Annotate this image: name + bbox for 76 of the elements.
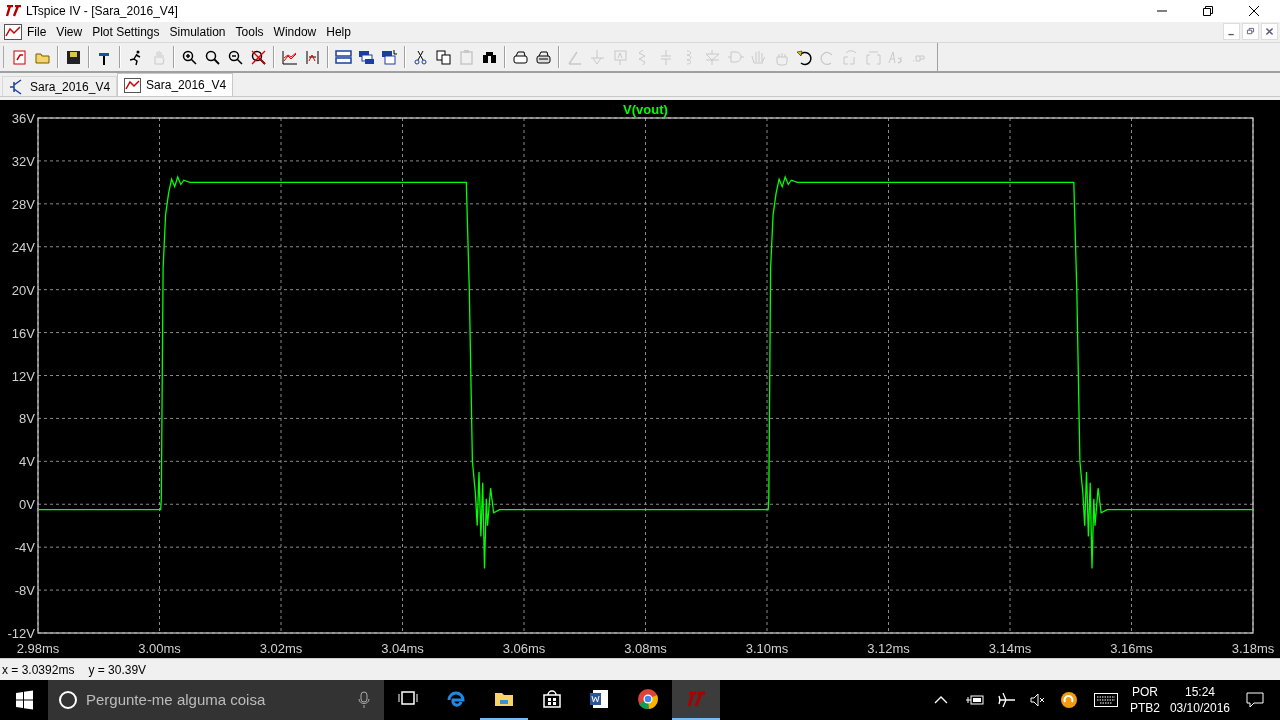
restore-icon[interactable] <box>1202 4 1214 17</box>
fit-bracket-icon[interactable] <box>304 48 321 66</box>
y-axis-label: 0V <box>19 497 35 513</box>
menu-item[interactable]: File <box>22 23 52 41</box>
new-schematic-icon[interactable] <box>11 48 28 66</box>
language-indicator[interactable]: PTB2 <box>1129 700 1160 716</box>
waveform-window-icon <box>124 77 142 93</box>
chevron-up-icon[interactable] <box>933 696 948 704</box>
store-bag-icon <box>541 688 563 710</box>
menu-item[interactable]: Simulation <box>164 23 231 41</box>
window-title: LTspice IV - [Sara_2016_V4] <box>26 2 178 20</box>
y-axis-label: 4V <box>19 454 35 470</box>
x-axis-label: 3.18ms <box>1231 641 1275 657</box>
y-axis-label: 16V <box>11 325 35 341</box>
airplane-icon[interactable] <box>997 692 1016 708</box>
y-axis-label: -12V <box>7 626 35 642</box>
autorange-icon[interactable] <box>281 48 298 66</box>
printer-icon[interactable] <box>512 48 529 66</box>
x-axis-label: 2.98ms <box>16 641 60 657</box>
clock-time[interactable]: 15:24 <box>1184 684 1215 700</box>
zoom-icon[interactable] <box>204 48 221 66</box>
search-bar[interactable]: Pergunte-me alguma coisa <box>48 680 384 720</box>
notification-icon[interactable] <box>1246 692 1264 708</box>
arrange-windows-icon[interactable] <box>381 48 398 66</box>
cortana-icon <box>58 690 78 710</box>
cursor-readout: y = 30.39V <box>88 661 147 679</box>
menu-item[interactable]: Tools <box>230 23 269 41</box>
y-axis-label: -4V <box>14 540 35 556</box>
microphone-icon[interactable] <box>358 691 370 709</box>
cancel-zoom-icon[interactable] <box>250 48 267 66</box>
menu-item[interactable]: Plot Settings <box>87 23 165 41</box>
x-axis-label: 3.10ms <box>745 641 789 657</box>
close-icon[interactable] <box>1248 4 1260 17</box>
x-axis-label: 3.16ms <box>1110 641 1153 657</box>
document-tab[interactable]: Sara_2016_V4 <box>2 76 118 97</box>
muted-speaker-icon[interactable] <box>1029 693 1046 707</box>
x-axis-label: 3.00ms <box>138 641 181 657</box>
zoom-in-icon[interactable] <box>181 48 198 66</box>
y-axis-label: 32V <box>11 154 35 170</box>
menu-item[interactable]: Window <box>268 23 322 41</box>
printer-icon[interactable] <box>535 48 552 66</box>
waveform-window-icon <box>4 24 22 40</box>
x-axis-label: 3.02ms <box>259 641 303 657</box>
copy-icon[interactable] <box>435 48 452 66</box>
chrome-icon <box>637 688 659 710</box>
language-indicator[interactable]: POR <box>1131 684 1158 700</box>
trace-label: V(vout) <box>623 102 668 118</box>
y-axis-label: 8V <box>19 411 35 427</box>
scissors-icon[interactable] <box>412 48 429 66</box>
document-tab[interactable]: Sara_2016_V4 <box>117 73 234 97</box>
x-axis-label: 3.06ms <box>502 641 546 657</box>
cascade-icon[interactable] <box>358 48 375 66</box>
zoom-out-icon[interactable] <box>227 48 244 66</box>
search-field[interactable]: Pergunte-me alguma coisa <box>86 688 358 712</box>
y-axis-label: 28V <box>11 197 35 213</box>
y-axis-label: 24V <box>11 240 35 256</box>
cursor-readout: x = 3.0392ms <box>2 661 75 679</box>
clock-date[interactable]: 03/10/2016 <box>1169 700 1230 716</box>
x-axis-label: 3.08ms <box>624 641 667 657</box>
y-axis-label: 36V <box>11 111 35 127</box>
save-icon[interactable] <box>65 48 82 66</box>
menu-item[interactable]: View <box>51 23 88 41</box>
x-axis-label: 3.12ms <box>867 641 910 657</box>
tile-horizontal-icon[interactable] <box>335 48 352 66</box>
x-axis-label: 3.14ms <box>988 641 1032 657</box>
app-logo-icon <box>4 4 22 17</box>
menu-item[interactable]: Help <box>321 23 356 41</box>
keyboard-icon[interactable] <box>1093 693 1118 707</box>
word-document-icon <box>589 688 611 710</box>
y-axis-label: 20V <box>11 283 35 298</box>
y-axis-label: -8V <box>14 583 35 599</box>
circle-app-icon[interactable] <box>1059 691 1078 709</box>
undo-icon[interactable] <box>796 48 813 66</box>
y-axis-label: 12V <box>11 368 35 384</box>
battery-plug-icon[interactable] <box>965 694 984 706</box>
x-axis-label: 3.04ms <box>381 641 424 657</box>
